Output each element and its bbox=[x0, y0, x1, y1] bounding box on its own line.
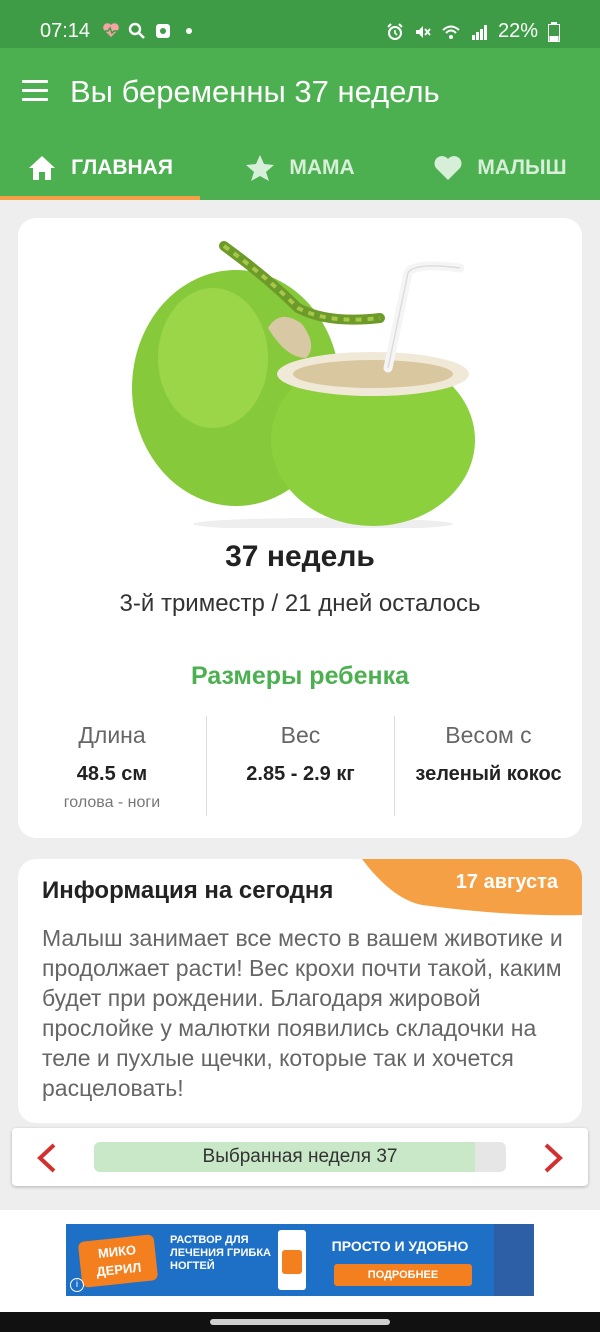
stat-note: голова - ноги bbox=[63, 794, 161, 811]
tab-baby[interactable]: МАЛЫШ bbox=[400, 136, 600, 200]
week-navigator: Выбранная неделя 37 bbox=[12, 1128, 588, 1186]
ad-info-icon[interactable]: i bbox=[70, 1278, 84, 1292]
alarm-icon bbox=[387, 22, 403, 40]
info-text: Малыш занимает все место в вашем животик… bbox=[42, 925, 563, 1101]
tab-active-indicator bbox=[0, 196, 200, 200]
week-subtitle: 3-й триместр / 21 дней осталось bbox=[119, 590, 481, 617]
next-week-arrow-icon[interactable] bbox=[540, 1142, 566, 1174]
stat-value: 48.5 см bbox=[76, 763, 148, 785]
selected-week-label: Выбранная неделя 37 bbox=[202, 1146, 398, 1167]
wifi-icon bbox=[442, 25, 460, 39]
app-icon bbox=[156, 24, 170, 38]
info-title: Информация на сегодня bbox=[42, 877, 334, 904]
ad-banner[interactable]: МИКО ДЕРИЛ РАСТВОР ДЛЯ ЛЕЧЕНИЯ ГРИБКА НО… bbox=[66, 1224, 534, 1296]
signal-icon bbox=[471, 24, 487, 40]
heart-rate-icon bbox=[103, 23, 119, 37]
battery-percent: 22% bbox=[497, 20, 538, 42]
tab-home-label: ГЛАВНАЯ bbox=[71, 156, 173, 179]
size-stats: Длина 48.5 см голова - ноги Вес 2.85 - 2… bbox=[18, 716, 582, 816]
date-badge: 17 августа bbox=[455, 871, 558, 893]
status-left-icons bbox=[102, 22, 198, 40]
week-card: 37 недель 3-й триместр / 21 дней осталос… bbox=[18, 218, 582, 838]
status-bar: 07:14 22% bbox=[0, 0, 600, 48]
stat-label: Длина bbox=[78, 722, 146, 748]
stat-weight: Вес 2.85 - 2.9 кг bbox=[206, 716, 394, 816]
tab-home[interactable]: ГЛАВНАЯ bbox=[0, 136, 200, 200]
status-right: 22% bbox=[386, 20, 560, 43]
week-progress-bar[interactable]: Выбранная неделя 37 bbox=[94, 1142, 506, 1172]
star-icon bbox=[246, 155, 275, 181]
ad-headline: ПРОСТО И УДОБНО bbox=[331, 1238, 469, 1254]
tab-mom[interactable]: МАМА bbox=[200, 136, 400, 200]
battery-icon bbox=[548, 21, 560, 42]
ad-text: РАСТВОР ДЛЯ ЛЕЧЕНИЯ ГРИБКА НОГТЕЙ bbox=[170, 1234, 271, 1272]
page-title: Вы беременны 37 недель bbox=[70, 74, 440, 109]
tab-bar: ГЛАВНАЯ МАМА МАЛЫШ bbox=[0, 136, 600, 200]
home-gesture-pill[interactable] bbox=[210, 1319, 390, 1325]
stat-value: 2.85 - 2.9 кг bbox=[246, 763, 355, 785]
ad-logo: МИКО ДЕРИЛ bbox=[77, 1234, 159, 1288]
mute-icon bbox=[415, 25, 431, 38]
stat-value: зеленый кокос bbox=[415, 763, 562, 785]
ad-cta-button[interactable]: ПОДРОБНЕЕ bbox=[334, 1264, 472, 1286]
tab-baby-label: МАЛЫШ bbox=[477, 156, 567, 179]
week-title: 37 недель bbox=[225, 540, 375, 573]
menu-icon[interactable] bbox=[22, 80, 48, 102]
tab-mom-label: МАМА bbox=[289, 156, 355, 179]
system-nav-bar bbox=[0, 1312, 600, 1332]
search-icon bbox=[128, 22, 145, 39]
stat-label: Вес bbox=[280, 722, 321, 748]
prev-week-arrow-icon[interactable] bbox=[34, 1142, 60, 1174]
heart-icon bbox=[434, 156, 462, 180]
stat-length: Длина 48.5 см голова - ноги bbox=[18, 716, 206, 816]
coconut-image bbox=[132, 241, 475, 528]
sizes-heading: Размеры ребенка bbox=[190, 662, 410, 690]
info-card: 17 августа Информация на сегодня Малыш з… bbox=[18, 859, 582, 1123]
stat-comparison: Весом с зеленый кокос bbox=[394, 716, 582, 816]
stat-label: Весом с bbox=[445, 722, 532, 748]
status-time: 07:14 bbox=[40, 20, 91, 42]
ad-side-strip bbox=[494, 1224, 534, 1296]
dot-icon bbox=[186, 28, 192, 34]
product-pack-icon bbox=[278, 1230, 306, 1290]
app-bar: Вы беременны 37 недель bbox=[0, 48, 600, 136]
ad-area: МИКО ДЕРИЛ РАСТВОР ДЛЯ ЛЕЧЕНИЯ ГРИБКА НО… bbox=[0, 1210, 600, 1312]
home-icon bbox=[29, 156, 56, 180]
